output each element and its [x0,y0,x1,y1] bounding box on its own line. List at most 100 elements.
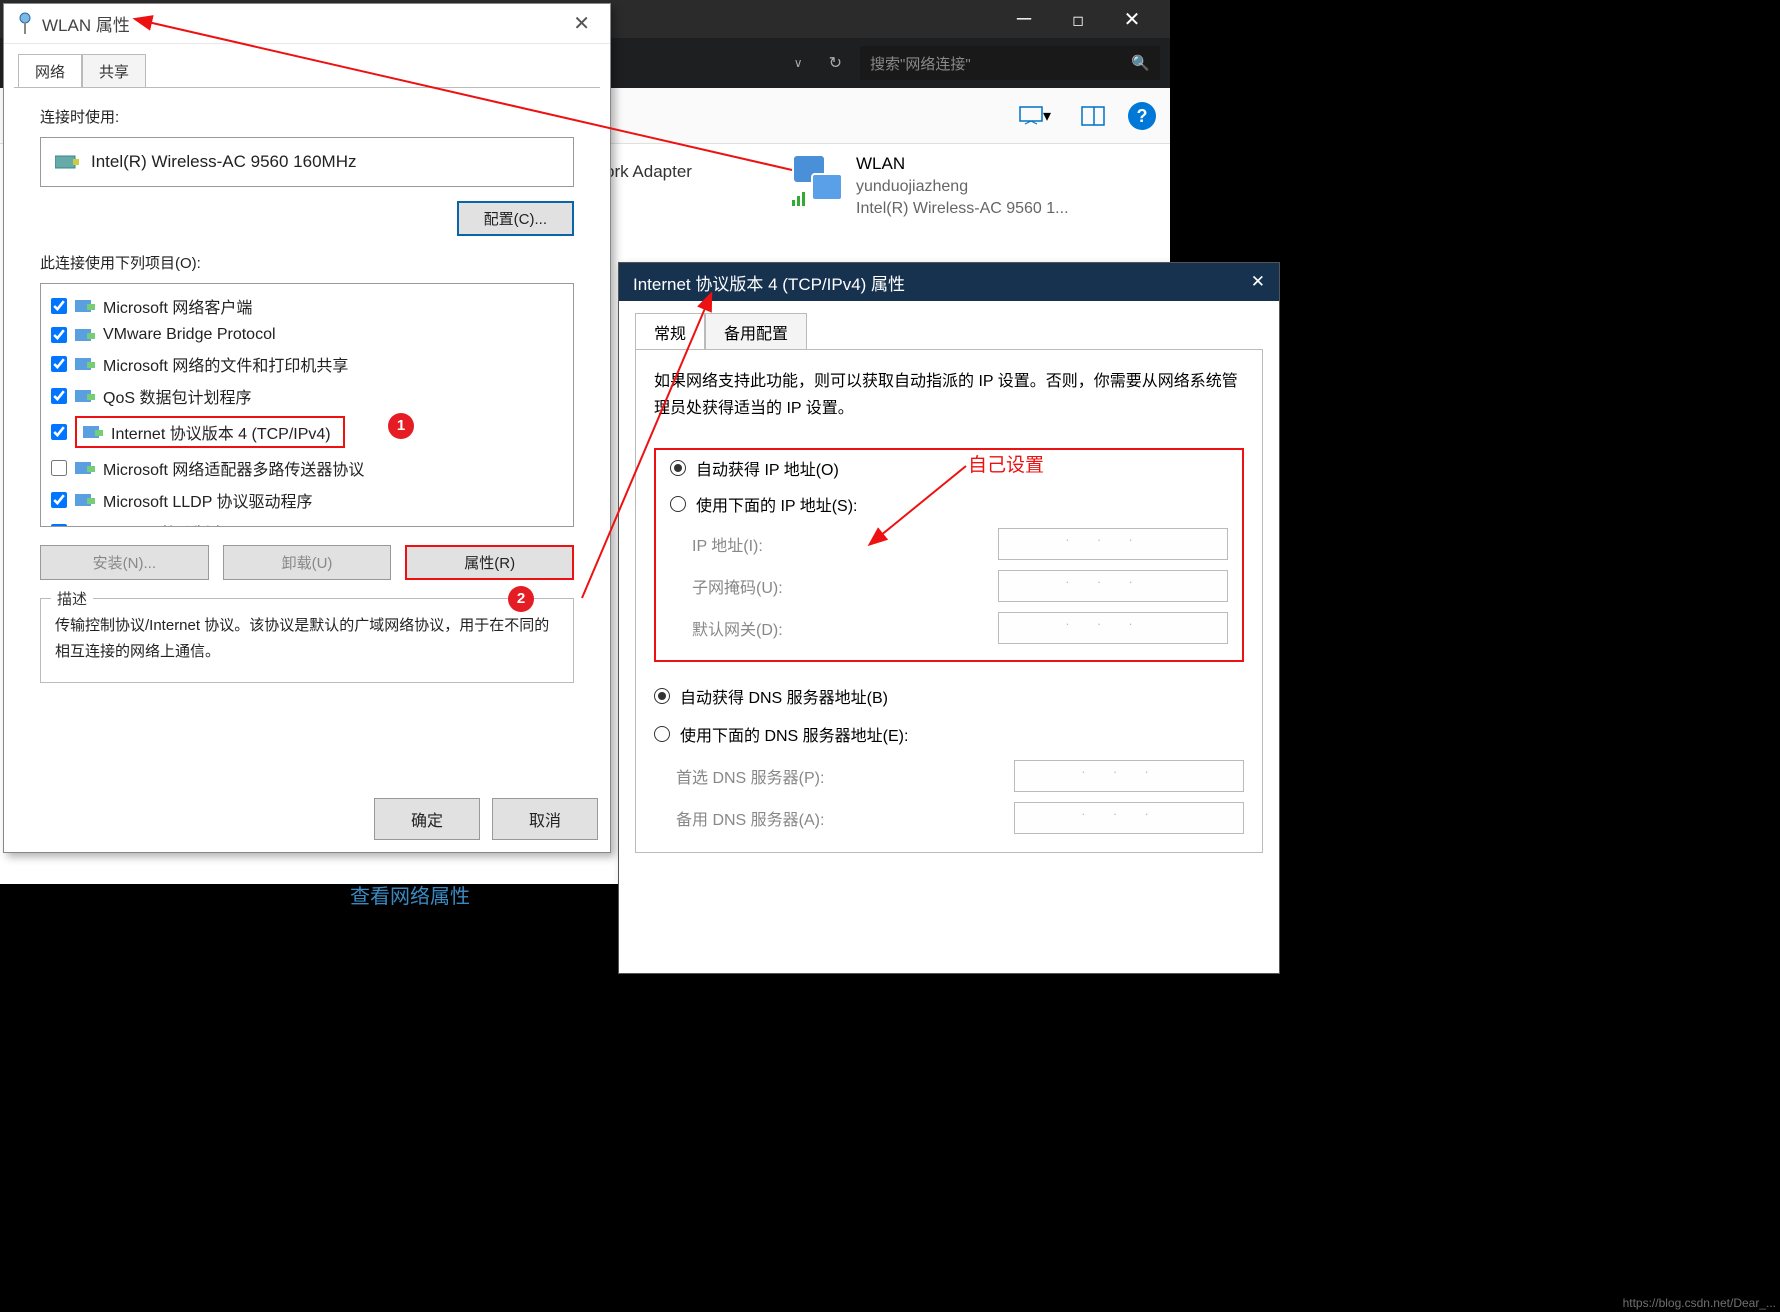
radio-off-icon [654,726,670,742]
configure-button[interactable]: 配置(C)... [457,201,574,236]
ipv4-tabs: 常规 备用配置 [635,313,1263,350]
network-adapter-icon [790,152,846,208]
description-fieldset: 描述 传输控制协议/Internet 协议。该协议是默认的广域网络协议，用于在不… [40,598,574,683]
item-checkbox[interactable] [51,460,67,476]
auto-dns-radio[interactable]: 自动获得 DNS 服务器地址(B) [654,684,1244,708]
watermark: https://blog.csdn.net/Dear_... [1623,1296,1776,1310]
item-label: Microsoft 网络的文件和打印机共享 [103,352,348,376]
auto-ip-radio[interactable]: 自动获得 IP 地址(O) [670,456,1228,480]
subnet-mask-input[interactable]: ... [998,570,1228,602]
cancel-button[interactable]: 取消 [492,798,598,840]
protocol-icon [75,523,95,526]
description-text: 传输控制协议/Internet 协议。该协议是默认的广域网络协议，用于在不同的相… [55,613,559,664]
secondary-dns-label: 备用 DNS 服务器(A): [676,806,824,830]
help-icon[interactable]: ? [1128,102,1156,130]
address-chevron-icon[interactable]: ∨ [786,52,811,74]
properties-button[interactable]: 属性(R) [405,545,574,580]
item-checkbox[interactable] [51,298,67,314]
highlighted-item: Internet 协议版本 4 (TCP/IPv4) [75,416,345,448]
minimize-button[interactable]: ─ [1014,8,1034,31]
item-checkbox[interactable] [51,524,67,526]
tab-network[interactable]: 网络 [18,54,82,88]
adapter-name: Intel(R) Wireless-AC 9560 160MHz [91,152,356,172]
item-label: Internet 协议版本 4 (TCP/IPv4) [111,420,331,444]
wlan-close-button[interactable]: ✕ [565,11,598,36]
protocol-icon [75,297,95,315]
search-placeholder: 搜索"网络连接" [870,53,971,74]
wlan-properties-dialog: WLAN 属性 ✕ 网络 共享 连接时使用: Intel(R) Wireless… [3,3,611,853]
ipv4-description: 如果网络支持此功能，则可以获取自动指派的 IP 设置。否则，你需要从网络系统管理… [654,368,1244,422]
item-label: Microsoft LLDP 协议驱动程序 [103,488,313,512]
annotation-badge-1: 1 [388,413,414,439]
radio-off-icon [670,496,686,512]
ipv4-title-text: Internet 协议版本 4 (TCP/IPv4) 属性 [633,270,905,295]
ipv4-titlebar: Internet 协议版本 4 (TCP/IPv4) 属性 ✕ [619,263,1279,301]
wlan-ssid: yunduojiazheng [856,176,1069,198]
explorer-search-input[interactable]: 搜索"网络连接" 🔍 [860,46,1160,80]
item-label: Microsoft 网络适配器多路传送器协议 [103,456,364,480]
connection-item[interactable]: Microsoft LLDP 协议驱动程序 [45,484,569,516]
item-label: Internet 协议版本 6 (TCP/IPv6) [103,520,323,526]
protocol-icon [83,423,103,441]
gateway-label: 默认网关(D): [692,616,783,640]
wlan-titlebar: WLAN 属性 ✕ [4,4,610,44]
wlan-title-icon [16,12,34,36]
refresh-icon[interactable]: ↻ [817,49,854,77]
install-button[interactable]: 安装(N)... [40,545,209,580]
connection-item[interactable]: Microsoft 网络的文件和打印机共享 [45,348,569,380]
item-checkbox[interactable] [51,424,67,440]
connection-item[interactable]: Microsoft 网络适配器多路传送器协议 [45,452,569,484]
connection-item[interactable]: QoS 数据包计划程序 [45,380,569,412]
view-dropdown-icon[interactable]: ▾ [1012,101,1058,131]
ipv4-properties-dialog: Internet 协议版本 4 (TCP/IPv4) 属性 ✕ 常规 备用配置 … [618,262,1280,974]
item-checkbox[interactable] [51,492,67,508]
connection-item[interactable]: Microsoft 网络客户端 [45,290,569,322]
wlan-adapter-item[interactable]: WLAN yunduojiazheng Intel(R) Wireless-AC… [790,152,1069,221]
manual-dns-radio[interactable]: 使用下面的 DNS 服务器地址(E): [654,722,1244,746]
protocol-icon [75,387,95,405]
preview-pane-icon[interactable] [1074,101,1112,131]
nic-icon [55,153,79,171]
tab-alt-config[interactable]: 备用配置 [705,313,807,350]
wlan-title-text: WLAN 属性 [42,11,130,36]
annotation-self-set: 自己设置 [968,450,1044,477]
description-legend: 描述 [51,588,93,609]
connection-items-list[interactable]: Microsoft 网络客户端 VMware Bridge Protocol Mic… [41,284,573,526]
subnet-mask-label: 子网掩码(U): [692,574,783,598]
item-checkbox[interactable] [51,327,67,343]
adapter-display: Intel(R) Wireless-AC 9560 160MHz [40,137,574,187]
ip-address-input[interactable]: ... [998,528,1228,560]
ipv4-content: 如果网络支持此功能，则可以获取自动指派的 IP 设置。否则，你需要从网络系统管理… [635,349,1263,853]
item-label: Microsoft 网络客户端 [103,294,252,318]
search-icon: 🔍 [1131,54,1150,72]
radio-on-icon [654,688,670,704]
connect-using-label: 连接时使用: [40,106,574,127]
wlan-name: WLAN [856,152,1069,176]
manual-ip-radio[interactable]: 使用下面的 IP 地址(S): [670,492,1228,516]
protocol-icon [75,459,95,477]
item-checkbox[interactable] [51,388,67,404]
protocol-icon [75,326,95,344]
connection-item[interactable]: VMware Bridge Protocol [45,322,569,348]
tab-general[interactable]: 常规 [635,313,705,350]
tab-sharing[interactable]: 共享 [82,54,146,88]
ipv4-close-button[interactable]: ✕ [1251,272,1265,292]
explorer-close-button[interactable]: ✕ [1122,7,1142,32]
primary-dns-input[interactable]: ... [1014,760,1244,792]
ip-address-label: IP 地址(I): [692,532,763,556]
uninstall-button[interactable]: 卸载(U) [223,545,392,580]
secondary-dns-input[interactable]: ... [1014,802,1244,834]
maximize-button[interactable] [1068,8,1088,31]
ok-button[interactable]: 确定 [374,798,480,840]
wlan-driver: Intel(R) Wireless-AC 9560 1... [856,198,1069,220]
item-checkbox[interactable] [51,356,67,372]
view-network-properties-link[interactable]: 查看网络属性 [350,880,470,909]
item-label: VMware Bridge Protocol [103,326,276,344]
protocol-icon [75,491,95,509]
gateway-input[interactable]: ... [998,612,1228,644]
ip-address-group: 自动获得 IP 地址(O) 使用下面的 IP 地址(S): IP 地址(I): … [654,448,1244,662]
connection-item[interactable]: Internet 协议版本 6 (TCP/IPv6) [45,516,569,526]
radio-on-icon [670,460,686,476]
connection-items-box: Microsoft 网络客户端 VMware Bridge Protocol Mic… [40,283,574,527]
connection-item[interactable]: Internet 协议版本 4 (TCP/IPv4) [45,412,569,452]
